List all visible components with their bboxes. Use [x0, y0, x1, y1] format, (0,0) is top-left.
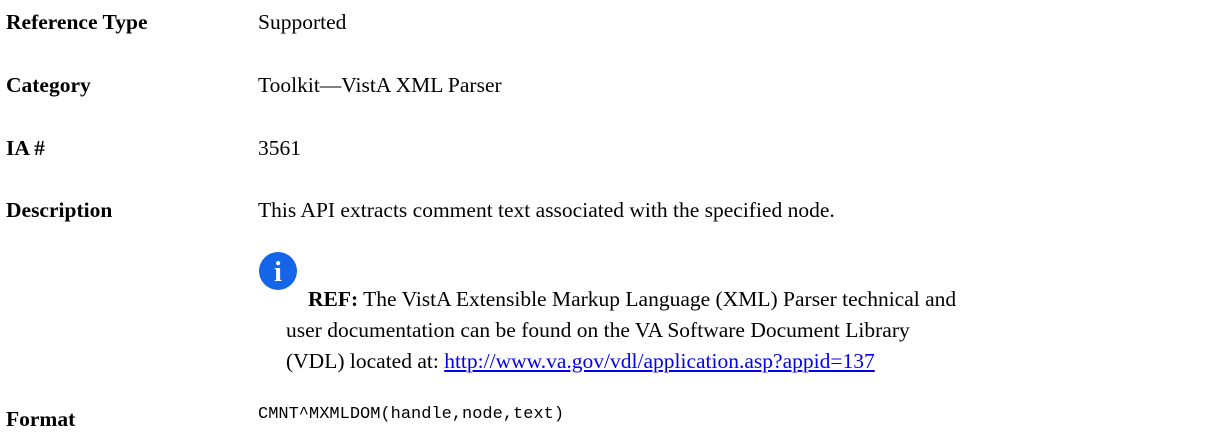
- term-label: Reference Type: [6, 10, 148, 34]
- term-value: Supported: [258, 10, 347, 34]
- ref-note-text: REF: The VistA Extensible Markup Languag…: [272, 284, 956, 377]
- vdl-link[interactable]: http://www.va.gov/vdl/application.asp?ap…: [444, 349, 875, 373]
- term-value: Toolkit—VistA XML Parser: [258, 73, 502, 97]
- format-syntax: CMNT^MXMLDOM(handle,node,text): [258, 405, 565, 424]
- term-value: 3561: [258, 136, 301, 160]
- term-value: This API extracts comment text associate…: [258, 198, 835, 222]
- term-label: Format: [6, 407, 76, 431]
- ref-line-1: The VistA Extensible Markup Language (XM…: [363, 287, 957, 311]
- ref-label: REF:: [308, 287, 359, 311]
- ref-line-2: user documentation can be found on the V…: [286, 318, 910, 342]
- ref-note: i REF: The VistA Extensible Markup Langu…: [258, 252, 1158, 377]
- ref-line-3: (VDL) located at:: [286, 349, 445, 373]
- term-label: Description: [6, 198, 113, 222]
- term-label: Category: [6, 73, 91, 97]
- term-label: IA #: [6, 136, 45, 160]
